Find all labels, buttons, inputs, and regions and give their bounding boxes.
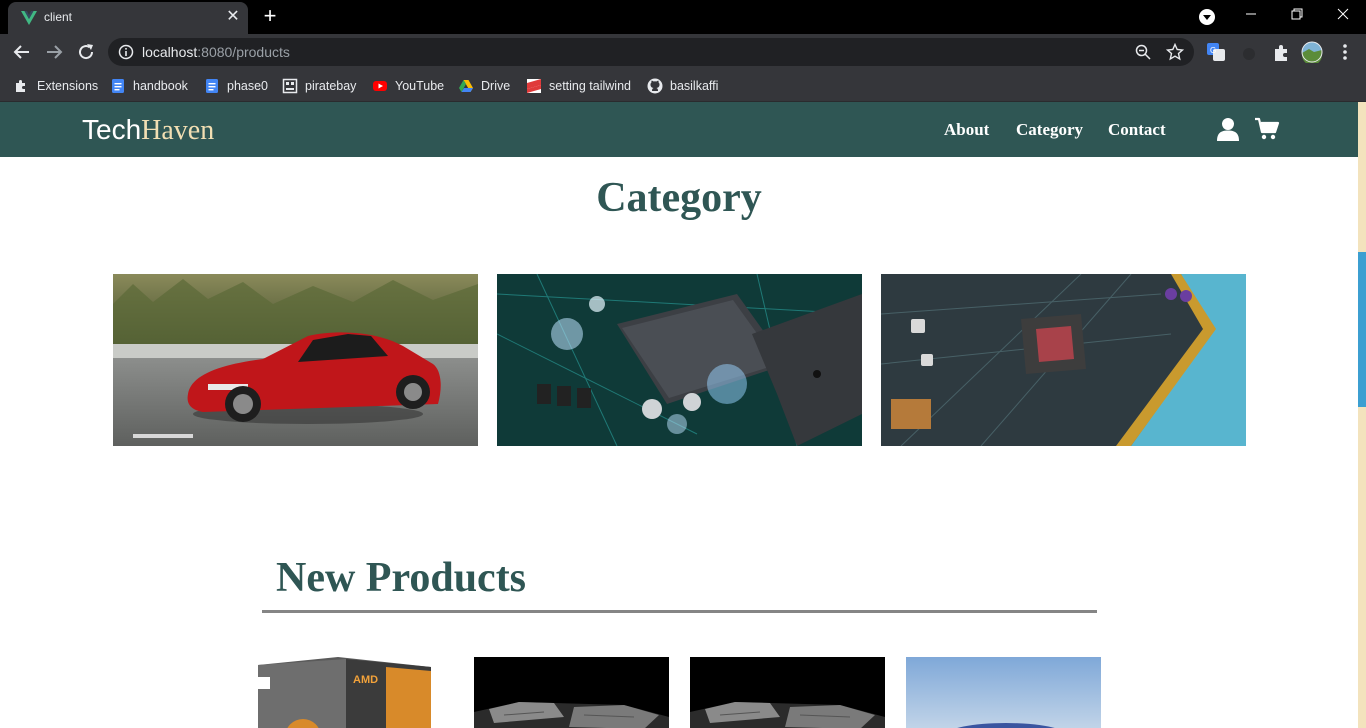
nav-category[interactable]: Category bbox=[1016, 120, 1083, 140]
circuit-image bbox=[497, 274, 862, 446]
address-bar[interactable]: localhost:8080/products bbox=[108, 38, 1194, 66]
scrollbar-thumb[interactable] bbox=[1358, 252, 1366, 407]
minimize-icon[interactable] bbox=[1228, 0, 1274, 32]
url-text: localhost:8080/products bbox=[142, 44, 290, 60]
bookmark-extensions[interactable]: Extensions bbox=[14, 77, 98, 95]
new-products-heading: New Products bbox=[276, 555, 527, 601]
category-card-circuit[interactable] bbox=[497, 274, 862, 446]
tab-title: client bbox=[44, 10, 73, 24]
category-card-car[interactable] bbox=[113, 274, 478, 446]
site-info-icon[interactable] bbox=[118, 44, 134, 60]
docs-icon bbox=[206, 79, 218, 93]
browser-tab[interactable]: client ✕ bbox=[8, 2, 248, 34]
forward-arrow-icon[interactable] bbox=[42, 40, 66, 64]
back-arrow-icon[interactable] bbox=[10, 40, 34, 64]
user-icon[interactable] bbox=[1216, 116, 1240, 142]
close-window-icon[interactable] bbox=[1320, 0, 1366, 32]
bookmark-label: basilkaffi bbox=[670, 79, 719, 93]
product-card-gpu-1[interactable] bbox=[474, 657, 669, 728]
github-icon bbox=[647, 78, 663, 94]
bookmark-label: Extensions bbox=[37, 79, 99, 93]
site-logo[interactable]: TechHaven bbox=[82, 114, 214, 147]
browser-toolbar: localhost:8080/products G bbox=[0, 34, 1366, 70]
nav-about[interactable]: About bbox=[944, 120, 989, 140]
profile-avatar-icon[interactable] bbox=[1301, 41, 1323, 63]
bookmark-star-icon[interactable] bbox=[1166, 43, 1184, 61]
page-scrollbar[interactable] bbox=[1358, 102, 1366, 728]
reload-icon[interactable] bbox=[74, 40, 98, 64]
bookmark-label: setting tailwind bbox=[549, 79, 631, 93]
bookmark-label: piratebay bbox=[305, 79, 357, 93]
amd-box-label: AMD bbox=[353, 674, 378, 686]
tab-close-icon[interactable]: ✕ bbox=[223, 7, 243, 27]
bookmarks-bar: Extensions handbook phase0 piratebay You… bbox=[0, 70, 1366, 102]
site-navbar: TechHaven About Category Contact bbox=[0, 102, 1358, 157]
bookmark-drive[interactable]: Drive bbox=[458, 77, 510, 95]
bookmark-label: YouTube bbox=[395, 79, 445, 93]
product-card-gpu-2[interactable] bbox=[690, 657, 885, 728]
new-tab-button[interactable]: + bbox=[258, 4, 282, 28]
bookmark-youtube[interactable]: YouTube bbox=[372, 77, 444, 95]
gpu-board-image bbox=[881, 274, 1246, 446]
bookmark-label: phase0 bbox=[227, 79, 269, 93]
nav-contact[interactable]: Contact bbox=[1108, 120, 1166, 140]
extension-icon[interactable] bbox=[1238, 41, 1260, 63]
vue-logo-icon bbox=[21, 11, 37, 25]
url-path: :8080/products bbox=[197, 44, 290, 60]
bookmark-label: Drive bbox=[481, 79, 511, 93]
youtube-icon bbox=[373, 81, 387, 91]
svg-text:G: G bbox=[1210, 46, 1216, 55]
extensions-puzzle-icon[interactable] bbox=[1270, 41, 1292, 63]
car-image bbox=[113, 274, 478, 446]
cart-icon[interactable] bbox=[1254, 117, 1280, 141]
bookmark-phase0[interactable]: phase0 bbox=[204, 77, 268, 95]
brand-haven: Haven bbox=[141, 115, 215, 146]
sky-product-image bbox=[906, 657, 1101, 728]
url-host: localhost bbox=[142, 44, 198, 60]
browser-tabstrip: client ✕ + bbox=[0, 0, 1366, 34]
drive-icon bbox=[459, 80, 473, 92]
bookmark-handbook[interactable]: handbook bbox=[110, 77, 188, 95]
bookmark-icon bbox=[527, 79, 541, 93]
docs-icon bbox=[112, 79, 124, 93]
product-card-sky[interactable] bbox=[906, 657, 1101, 728]
puzzle-icon bbox=[16, 80, 25, 92]
restore-icon[interactable] bbox=[1274, 0, 1320, 32]
pirate-icon bbox=[282, 78, 298, 94]
brand-tech: Tech bbox=[82, 114, 142, 145]
processor-box-image: AMD bbox=[258, 657, 453, 728]
page-viewport: TechHaven About Category Contact Categor… bbox=[0, 102, 1366, 728]
bookmark-label: handbook bbox=[133, 79, 188, 93]
translate-icon[interactable]: G bbox=[1205, 41, 1227, 63]
bookmark-basilkaffi[interactable]: basilkaffi bbox=[647, 77, 718, 95]
bookmark-setting-tailwind[interactable]: setting tailwind bbox=[526, 77, 631, 95]
zoom-out-icon[interactable] bbox=[1134, 43, 1152, 61]
category-card-gpu-board[interactable] bbox=[881, 274, 1246, 446]
heading-divider bbox=[262, 610, 1097, 613]
product-card-processor[interactable]: AMD bbox=[258, 657, 453, 728]
bookmark-piratebay[interactable]: piratebay bbox=[282, 77, 356, 95]
category-heading: Category bbox=[596, 175, 762, 221]
browser-menu-icon[interactable] bbox=[1334, 41, 1356, 63]
graphics-card-image bbox=[690, 657, 885, 728]
graphics-card-image bbox=[474, 657, 669, 728]
tab-search-icon[interactable] bbox=[1197, 7, 1217, 27]
